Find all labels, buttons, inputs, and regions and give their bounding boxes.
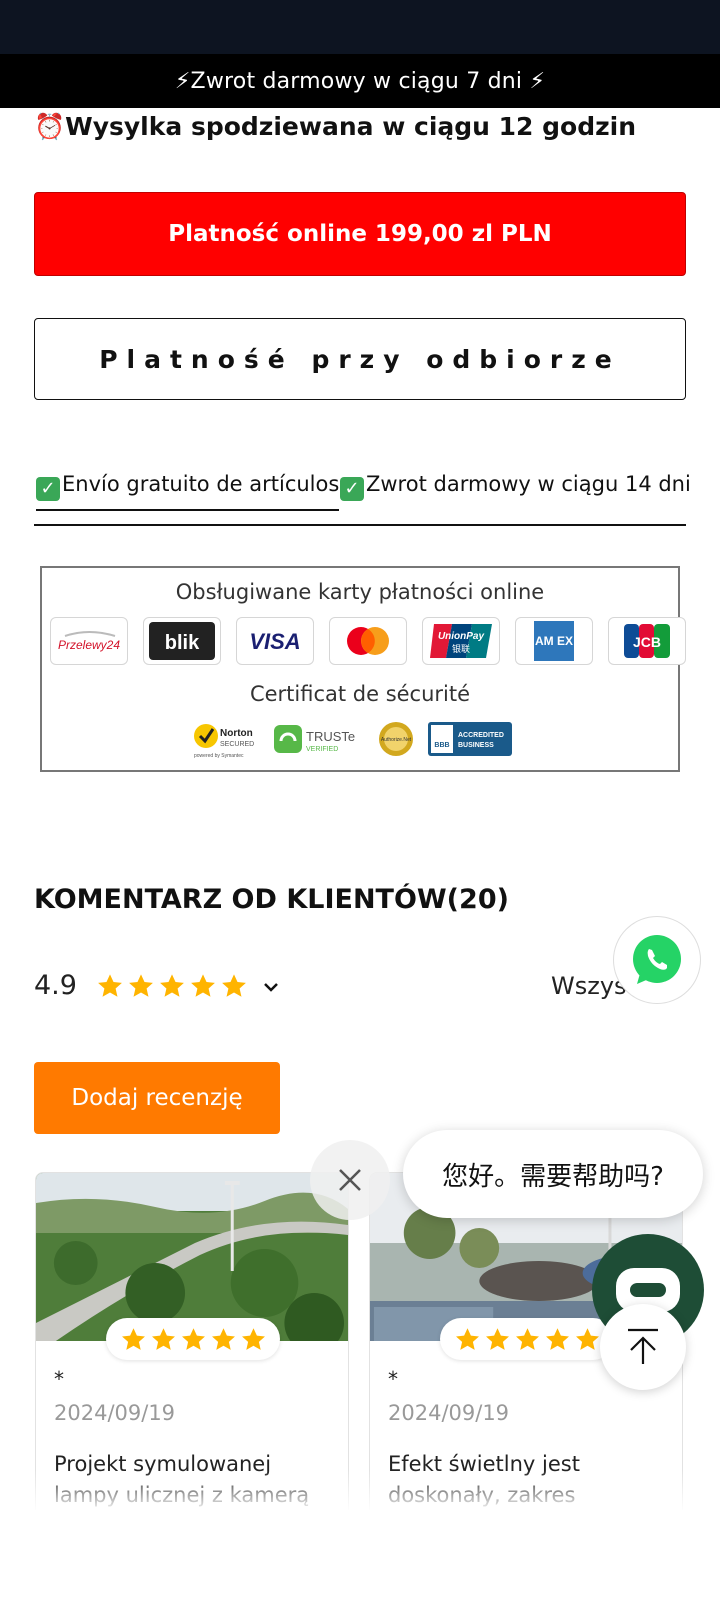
pay-online-button[interactable]: Platność online 199,00 zl PLN: [34, 192, 686, 276]
star-icon: [151, 1327, 175, 1350]
pay-on-delivery-button[interactable]: Platnośé przy odbiorze: [34, 318, 686, 400]
visa-logo: VISA: [236, 617, 314, 665]
svg-text:VERIFIED: VERIFIED: [306, 746, 338, 753]
jcb-logo: JCB: [608, 617, 686, 665]
star-icon: [129, 974, 153, 997]
svg-text:SECURED: SECURED: [220, 741, 254, 748]
visa-text: VISA: [249, 629, 300, 654]
review-stars: [440, 1318, 614, 1360]
unionpay-logo: UnionPay 银联: [422, 617, 500, 665]
tab-label: Envío gratuito de artículos: [62, 472, 340, 496]
amex-logo: AM EX: [515, 617, 593, 665]
chat-greeting-bubble[interactable]: 您好。需要帮助吗?: [403, 1130, 703, 1218]
norton-badge: Norton SECURED powered by Symantec: [194, 724, 254, 759]
star-icon: [485, 1327, 509, 1350]
svg-text:powered by Symantec: powered by Symantec: [194, 753, 244, 759]
close-icon: [339, 1169, 361, 1191]
star-icon: [455, 1327, 479, 1350]
star-icon: [575, 1327, 599, 1350]
review-date: 2024/09/19: [388, 1401, 510, 1425]
przelewy24-logo: Przelewy24: [50, 617, 128, 665]
status-bar: [0, 0, 720, 54]
star-icon: [191, 974, 215, 997]
whatsapp-icon: [633, 935, 681, 984]
chevron-down-icon[interactable]: [262, 978, 280, 996]
svg-text:ACCREDITED: ACCREDITED: [458, 732, 504, 739]
svg-text:BBB: BBB: [434, 742, 449, 749]
star-icon: [515, 1327, 539, 1350]
average-stars: [96, 972, 248, 1000]
review-author: *: [54, 1367, 64, 1391]
close-chat-button[interactable]: [310, 1140, 390, 1220]
unionpay-text: UnionPay: [438, 631, 485, 642]
przelewy24-text: Przelewy24: [58, 638, 120, 652]
review-photo[interactable]: [36, 1173, 348, 1341]
review-author: *: [388, 1367, 398, 1391]
payment-methods-title: Obsługiwane karty płatności online: [175, 580, 545, 604]
star-icon: [181, 1327, 205, 1350]
whatsapp-button[interactable]: [613, 916, 701, 1004]
info-tabs: ✓ Envío gratuito de artículos ✓ Zwrot darm…: [34, 466, 691, 526]
blik-logo: blik: [143, 617, 221, 665]
star-icon: [241, 1327, 265, 1350]
payment-methods-banner: Obsługiwane karty płatności online Przel…: [40, 566, 686, 772]
svg-text:BUSINESS: BUSINESS: [458, 742, 494, 749]
bbb-accredited-badge: BBB ACCREDITED BUSINESS: [428, 722, 512, 756]
star-icon: [98, 974, 122, 997]
back-to-top-button[interactable]: [600, 1304, 686, 1390]
review-date: 2024/09/19: [54, 1401, 176, 1425]
svg-text:TRUSTe: TRUSTe: [306, 729, 355, 744]
authorize-net-badge: Authorize.Net: [379, 722, 413, 756]
shipping-estimate: ⏰Wysylka spodziewana w ciągu 12 godzin: [34, 112, 637, 141]
check-mark-icon: ✓: [36, 477, 60, 501]
card-logos: Przelewy24 blik VISA UnionPay 银联 AM EX J…: [50, 617, 686, 665]
security-certificate-title: Certificat de sécurité: [249, 682, 471, 706]
star-icon: [222, 974, 246, 997]
review-stars: [106, 1318, 280, 1360]
amex-text: AM EX: [535, 634, 573, 648]
star-icon: [211, 1327, 235, 1350]
tab-free-returns[interactable]: ✓ Zwrot darmowy w ciągu 14 dni: [340, 472, 691, 501]
tab-label: Zwrot darmowy w ciągu 14 dni: [366, 472, 691, 496]
tab-free-shipping[interactable]: ✓ Envío gratuito de artículos: [36, 472, 340, 511]
announcement-bar: ⚡Zwrot darmowy w ciągu 7 dni ⚡: [0, 54, 720, 108]
blik-text: blik: [165, 632, 200, 654]
star-icon: [545, 1327, 569, 1350]
star-icon: [121, 1327, 145, 1350]
svg-text:Authorize.Net: Authorize.Net: [381, 737, 412, 743]
reviews-heading: KOMENTARZ OD KLIENTÓW(20): [34, 884, 509, 915]
unionpay-cn-text: 银联: [452, 643, 470, 655]
security-badges: Norton SECURED powered by Symantec TRUST…: [192, 718, 532, 760]
check-mark-icon: ✓: [340, 477, 364, 501]
truste-badge: TRUSTe VERIFIED: [274, 725, 355, 753]
add-review-button[interactable]: Dodaj recenzję: [34, 1062, 280, 1134]
average-rating: 4.9: [34, 970, 77, 1001]
bottom-blank-area: [0, 1510, 720, 1600]
star-icon: [160, 974, 184, 997]
bottom-fade: [0, 1470, 720, 1510]
arrow-up-icon: [628, 1328, 658, 1364]
mastercard-logo: [329, 617, 407, 665]
jcb-text: JCB: [633, 634, 661, 650]
svg-text:Norton: Norton: [220, 728, 253, 739]
